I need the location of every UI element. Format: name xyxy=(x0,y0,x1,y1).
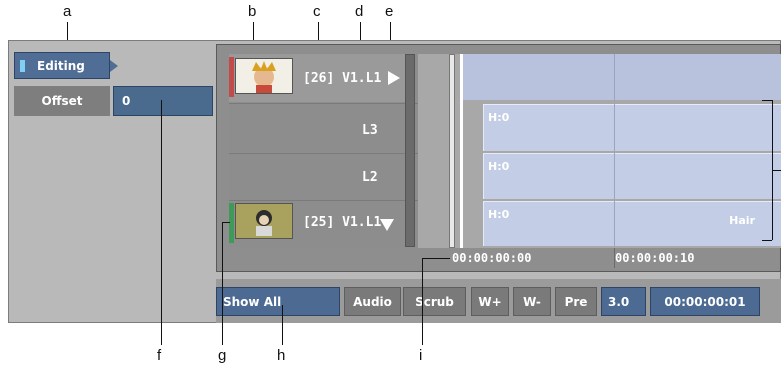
bracket-top xyxy=(762,100,772,101)
bottom-clip-label: [25] V1.L1 xyxy=(303,215,382,230)
segment-l1-label: H:0 xyxy=(488,208,510,221)
callout-i-tick xyxy=(422,258,450,259)
bottom-track-marker xyxy=(229,203,234,243)
track-header-l2 xyxy=(229,154,412,200)
segment-l2-label: H:0 xyxy=(488,160,510,173)
callout-a: a xyxy=(63,3,72,20)
offset-label: Offset xyxy=(14,86,110,116)
character-thumbnail-icon xyxy=(256,210,272,236)
speed-field[interactable]: 3.0 xyxy=(601,287,646,316)
active-indicator-icon xyxy=(20,60,25,72)
clip-thumbnail-top[interactable] xyxy=(235,58,293,94)
callout-c: c xyxy=(313,3,321,20)
in-handle[interactable] xyxy=(449,54,455,248)
callout-d: d xyxy=(355,3,364,20)
segment-l1[interactable]: H:0 Hair xyxy=(483,201,781,246)
layer-l2-label: L2 xyxy=(362,170,378,185)
bracket-tick xyxy=(772,170,781,171)
clip-thumbnail-bottom[interactable] xyxy=(235,203,293,239)
bracket-bottom xyxy=(762,240,772,241)
offset-field[interactable]: 0 xyxy=(113,86,213,116)
positioner-line[interactable] xyxy=(460,54,463,248)
callout-f: f xyxy=(157,347,162,364)
current-time-field[interactable]: 00:00:00:01 xyxy=(650,287,760,316)
track-scrollbar[interactable] xyxy=(405,54,415,247)
pre-button[interactable]: Pre xyxy=(555,287,597,316)
segment-l3[interactable]: H:0 xyxy=(483,104,781,151)
top-segment xyxy=(463,54,781,100)
collapse-track-icon[interactable] xyxy=(380,219,394,231)
callout-e: e xyxy=(385,3,394,20)
timecode-mark: 00:00:00:10 xyxy=(615,251,695,265)
top-clip-label: [26] V1.L1 xyxy=(303,71,382,86)
ruler-tick xyxy=(614,248,615,268)
show-all-button[interactable]: Show All xyxy=(216,287,340,316)
callout-h-line xyxy=(282,305,283,345)
editing-mode-label: Editing xyxy=(37,58,85,73)
scrub-button[interactable]: Scrub xyxy=(403,287,466,316)
editing-mode-button[interactable]: Editing xyxy=(14,52,118,79)
callout-i-line xyxy=(422,258,423,345)
top-track-marker xyxy=(229,57,234,97)
segment-l1-name: Hair xyxy=(729,214,755,227)
callout-i: i xyxy=(419,347,423,364)
expand-track-icon[interactable] xyxy=(388,71,400,85)
grid-line xyxy=(614,54,615,246)
timecode-start: 00:00:00:00 xyxy=(452,251,532,265)
w-minus-button[interactable]: W- xyxy=(513,287,551,316)
audio-button[interactable]: Audio xyxy=(344,287,401,316)
callout-h: h xyxy=(277,347,286,364)
expand-arrow-icon xyxy=(110,60,118,72)
callout-f-line xyxy=(161,100,162,345)
callout-b: b xyxy=(248,3,257,20)
w-plus-button[interactable]: W+ xyxy=(471,287,509,316)
callout-g: g xyxy=(218,347,227,364)
track-header-l3 xyxy=(229,104,412,152)
callout-g-tick xyxy=(222,222,230,223)
segment-l2[interactable]: H:0 xyxy=(483,153,781,199)
portrait-thumbnail-icon xyxy=(252,61,276,93)
layer-l3-label: L3 xyxy=(362,123,378,138)
callout-g-line xyxy=(222,222,223,345)
segment-l3-label: H:0 xyxy=(488,111,510,124)
